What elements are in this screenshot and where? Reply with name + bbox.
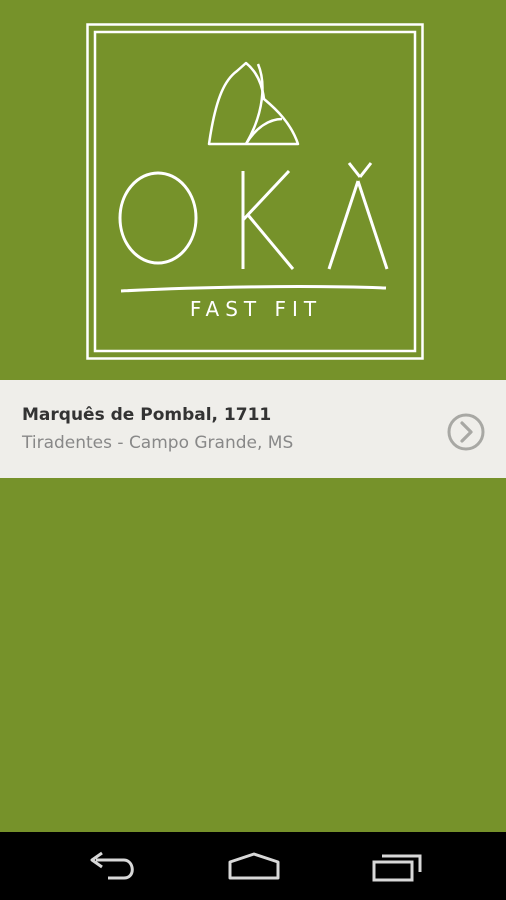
logo-swoosh	[120, 285, 387, 293]
district-city: Tiradentes - Campo Grande, MS	[22, 433, 294, 453]
chevron-right-circle-icon[interactable]	[446, 412, 486, 452]
logo-tagline: FAST FIT	[190, 297, 322, 321]
leaf-icon	[207, 61, 300, 146]
letter-o	[118, 171, 198, 265]
app-screen: FAST FIT Marquês de Pombal, 1711 Tiraden…	[0, 0, 506, 832]
android-nav-bar	[0, 832, 506, 900]
letter-k	[241, 169, 295, 270]
logo-graphic: FAST FIT	[86, 23, 424, 360]
location-card[interactable]	[0, 380, 506, 478]
street-address: Marquês de Pombal, 1711	[22, 405, 272, 425]
oka-logo: FAST FIT	[86, 23, 424, 360]
recent-apps-icon[interactable]	[366, 848, 426, 884]
back-icon[interactable]	[84, 848, 144, 884]
letter-a	[327, 162, 389, 270]
home-icon[interactable]	[224, 848, 284, 884]
